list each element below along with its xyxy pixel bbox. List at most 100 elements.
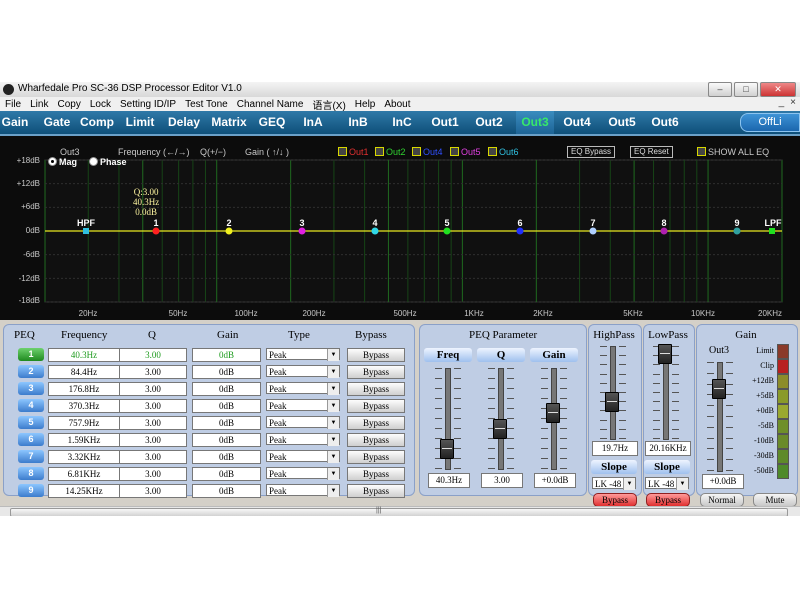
band-bypass-button[interactable]: Bypass: [347, 450, 405, 464]
tab-out5[interactable]: Out5: [605, 111, 639, 134]
band-q-field[interactable]: 3.00: [119, 433, 187, 447]
band-handle-9[interactable]: [733, 227, 741, 235]
band-frequency-field[interactable]: 3.32KHz: [48, 450, 120, 464]
menu-language[interactable]: 语言(X): [307, 97, 349, 112]
mute-button[interactable]: Mute: [753, 493, 797, 507]
band-type-select[interactable]: Peak ▼: [266, 416, 340, 429]
band-q-field[interactable]: 3.00: [119, 382, 187, 396]
tab-ina[interactable]: InA: [298, 111, 328, 134]
menu-copy[interactable]: Copy: [52, 99, 84, 110]
lowpass-slope-select[interactable]: LK -48 ▼: [645, 477, 689, 490]
band-select-button[interactable]: 6: [18, 433, 44, 446]
minimize-button[interactable]: –: [708, 82, 732, 97]
band-gain-field[interactable]: 0dB: [192, 382, 261, 396]
band-bypass-button[interactable]: Bypass: [347, 467, 405, 481]
legend-out4[interactable]: Out4: [412, 147, 443, 157]
band-handle-6[interactable]: [516, 227, 524, 235]
show-all-eq-checkbox[interactable]: SHOW ALL EQ: [697, 147, 769, 157]
highpass-value-box[interactable]: 19.7Hz: [592, 441, 638, 456]
legend-out5[interactable]: Out5: [450, 147, 481, 157]
band-select-button[interactable]: 8: [18, 467, 44, 480]
band-bypass-button[interactable]: Bypass: [347, 382, 405, 396]
band-handle-lpf[interactable]: [769, 228, 775, 234]
band-select-button[interactable]: 5: [18, 416, 44, 429]
band-handle-8[interactable]: [660, 227, 668, 235]
band-type-select[interactable]: Peak ▼: [266, 365, 340, 378]
tab-gain[interactable]: Gain: [0, 111, 30, 134]
fader-knob[interactable]: [493, 419, 507, 439]
band-frequency-field[interactable]: 40.3Hz: [48, 348, 120, 362]
fader-knob[interactable]: [440, 439, 454, 459]
band-handle-hpf[interactable]: [83, 228, 89, 234]
band-q-field[interactable]: 3.00: [119, 450, 187, 464]
lowpass-value-box[interactable]: 20.16KHz: [645, 441, 691, 456]
band-frequency-field[interactable]: 176.8Hz: [48, 382, 120, 396]
band-handle-4[interactable]: [371, 227, 379, 235]
band-frequency-field[interactable]: 757.9Hz: [48, 416, 120, 430]
band-type-select[interactable]: Peak ▼: [266, 450, 340, 463]
tab-out3[interactable]: Out3: [516, 111, 554, 134]
band-handle-3[interactable]: [298, 227, 306, 235]
highpass-slope-select[interactable]: LK -48 ▼: [592, 477, 636, 490]
fader-knob[interactable]: [658, 344, 672, 365]
band-frequency-field[interactable]: 14.25KHz: [48, 484, 120, 498]
band-frequency-field[interactable]: 1.59KHz: [48, 433, 120, 447]
menu-link[interactable]: Link: [25, 99, 52, 110]
band-gain-field[interactable]: 0dB: [192, 399, 261, 413]
tab-out4[interactable]: Out4: [560, 111, 594, 134]
tab-out6[interactable]: Out6: [648, 111, 682, 134]
close-button[interactable]: ✕: [760, 82, 796, 97]
tab-matrix[interactable]: Matrix: [208, 111, 250, 134]
scrollbar-thumb[interactable]: [10, 508, 788, 516]
mdi-close-button[interactable]: ×: [790, 97, 796, 108]
band-select-button[interactable]: 9: [18, 484, 44, 497]
band-gain-field[interactable]: 0dB: [192, 450, 261, 464]
menu-lock[interactable]: Lock: [85, 99, 115, 110]
band-q-field[interactable]: 3.00: [119, 484, 187, 498]
band-bypass-button[interactable]: Bypass: [347, 416, 405, 430]
band-select-button[interactable]: 3: [18, 382, 44, 395]
band-type-select[interactable]: Peak ▼: [266, 467, 340, 480]
band-gain-field[interactable]: 0dB: [192, 467, 261, 481]
band-type-select[interactable]: Peak ▼: [266, 484, 340, 497]
tab-inc[interactable]: InC: [387, 111, 417, 134]
fader-knob[interactable]: [605, 392, 619, 413]
tab-gate[interactable]: Gate: [42, 111, 72, 134]
band-bypass-button[interactable]: Bypass: [347, 484, 405, 498]
offline-status-button[interactable]: OffLi: [740, 113, 800, 132]
band-gain-field[interactable]: 0dB: [192, 348, 261, 362]
band-handle-2[interactable]: [225, 227, 233, 235]
menu-setting-id-ip[interactable]: Setting ID/IP: [115, 99, 180, 110]
gain-value-box[interactable]: +0.0dB: [534, 473, 576, 488]
normal-button[interactable]: Normal: [700, 493, 744, 507]
q-value-box[interactable]: 3.00: [481, 473, 523, 488]
band-type-select[interactable]: Peak ▼: [266, 399, 340, 412]
freq-value-box[interactable]: 40.3Hz: [428, 473, 470, 488]
band-bypass-button[interactable]: Bypass: [347, 399, 405, 413]
menu-about[interactable]: About: [379, 99, 414, 110]
band-q-field[interactable]: 3.00: [119, 467, 187, 481]
phase-radio[interactable]: Phase: [89, 157, 127, 167]
mdi-minimize-button[interactable]: _: [779, 97, 785, 108]
menu-test-tone[interactable]: Test Tone: [180, 99, 232, 110]
band-gain-field[interactable]: 0dB: [192, 484, 261, 498]
band-bypass-button[interactable]: Bypass: [347, 433, 405, 447]
menu-channel-name[interactable]: Channel Name: [232, 99, 308, 110]
band-type-select[interactable]: Peak ▼: [266, 433, 340, 446]
band-handle-1[interactable]: [152, 227, 160, 235]
legend-out6[interactable]: Out6: [488, 147, 519, 157]
tab-out2[interactable]: Out2: [472, 111, 506, 134]
eq-bypass-button[interactable]: EQ Bypass: [567, 146, 616, 158]
band-gain-field[interactable]: 0dB: [192, 433, 261, 447]
eq-response-graph[interactable]: Out3 Frequency (←/→) Q(+/−) Gain ( ↑/↓ )…: [0, 134, 800, 320]
band-type-select[interactable]: Peak ▼: [266, 348, 340, 361]
band-q-field[interactable]: 3.00: [119, 365, 187, 379]
band-select-button[interactable]: 2: [18, 365, 44, 378]
band-select-button[interactable]: 1: [18, 348, 44, 361]
tab-geq[interactable]: GEQ: [256, 111, 288, 134]
menu-help[interactable]: Help: [350, 99, 380, 110]
output-gain-value-box[interactable]: +0.0dB: [702, 474, 744, 489]
band-select-button[interactable]: 4: [18, 399, 44, 412]
band-bypass-button[interactable]: Bypass: [347, 365, 405, 379]
band-gain-field[interactable]: 0dB: [192, 416, 261, 430]
